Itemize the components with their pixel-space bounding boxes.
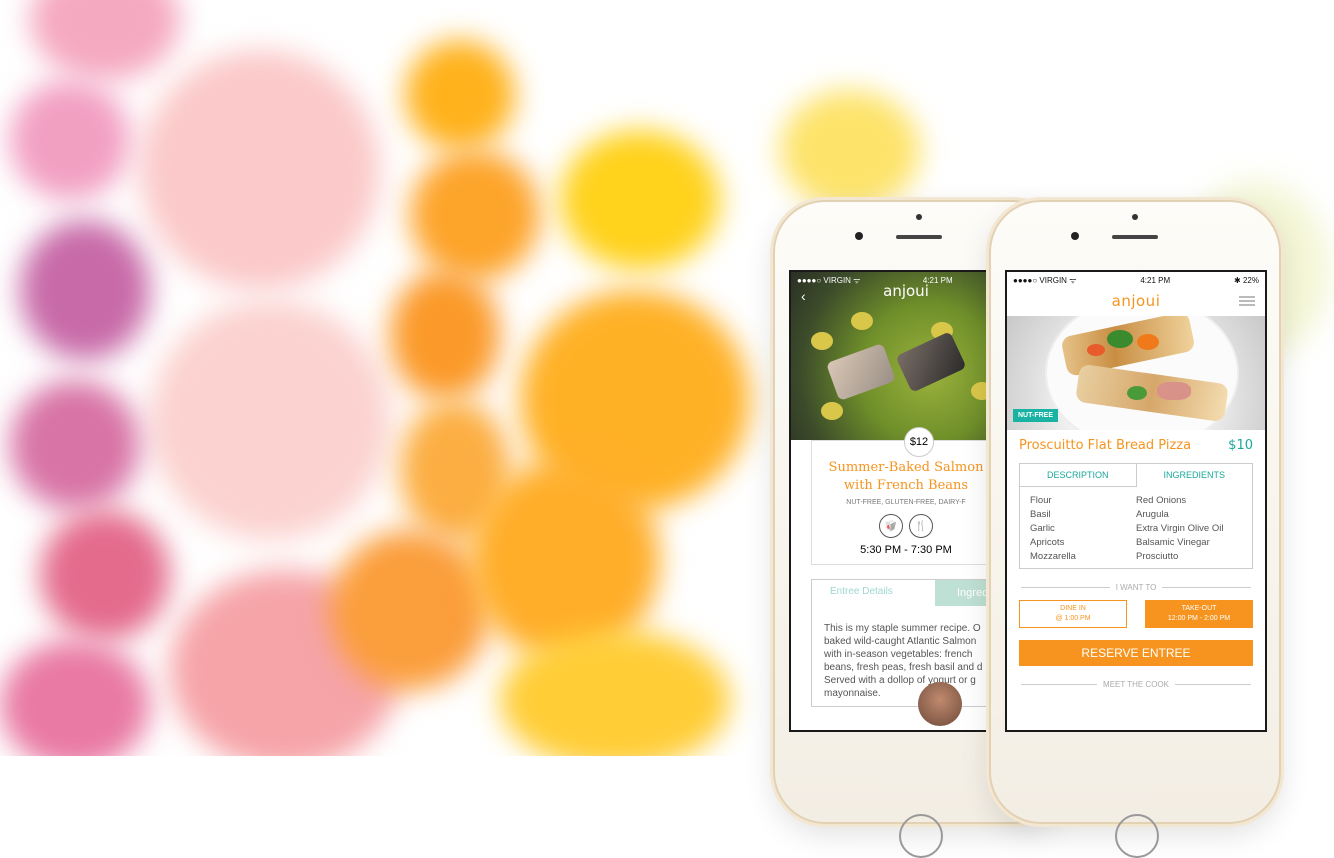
ingredient-item: Garlic [1030,523,1055,534]
description-line: mayonnaise. [824,688,881,699]
i-want-to-label: I WANT TO [1115,583,1157,592]
description-line: beans, fresh peas, fresh basil and d [824,662,983,673]
clock-text: 4:21 PM [1140,275,1171,285]
dish-title-line2: with French Beans [843,478,969,493]
dine-in-button[interactable]: DINE IN @ 1:00 PM [1019,600,1127,628]
ingredient-item: Basil [1030,509,1051,520]
topping [1087,344,1105,356]
front-camera [855,232,863,240]
order-options: DINE IN @ 1:00 PM TAKE-OUT 12:00 PM - 2:… [1019,600,1253,628]
home-button[interactable] [899,814,943,858]
ingredient-item: Apricots [1030,537,1065,548]
salmon-photo: ‹ anjoui [791,272,1021,440]
dish-card: $12 Summer-Baked Salmon with French Bean… [811,427,1001,565]
bg-blob [40,510,170,640]
bg-blob [390,270,500,400]
cook-avatar[interactable] [918,682,962,726]
bg-blob [10,80,130,200]
speaker [896,235,942,239]
meet-the-cook-divider: MEET THE COOK [1015,680,1257,689]
topping [1127,386,1147,400]
ingredient-item: Red Onions [1136,495,1187,506]
camera-dot [916,214,922,220]
price-badge: $12 [904,427,934,457]
bg-blob [10,380,140,510]
tab-entree-details[interactable]: Entree Details [812,580,935,606]
ingredient-item: Balsamic Vinegar [1136,537,1210,548]
dish-title-line1: Summer-Baked Salmon [828,460,984,475]
carrier-text: ●●●●○ VIRGIN ᯤ [1013,275,1077,285]
pizza-photo: NUT-FREE [1007,316,1265,430]
salmon-fillet [895,331,967,393]
i-want-to-divider: I WANT TO [1015,583,1257,592]
reserve-entree-button[interactable]: RESERVE ENTREE [1019,640,1253,666]
bg-blob [500,630,730,756]
status-bar: ●●●●○ VIRGIN ᯤ 4:21 PM [791,272,1021,286]
bg-blob [150,300,390,540]
dine-in-time: @ 1:00 PM [1055,615,1091,622]
status-bar: ●●●●○ VIRGIN ᯤ 4:21 PM ✱ 22% [1007,272,1265,286]
bg-blob [140,50,380,290]
ingredient-item: Arugula [1136,509,1169,520]
camera-dot [1132,214,1138,220]
dish-title-row: Proscuitto Flat Bread Pizza $10 [1007,430,1265,459]
front-phone: ●●●●○ VIRGIN ᯤ 4:21 PM ✱ 22% anjoui NUT-… [989,200,1281,858]
take-out-button[interactable]: TAKE-OUT 12:00 PM - 2:00 PM [1145,600,1253,628]
bg-blob [0,640,150,756]
front-screen: ●●●●○ VIRGIN ᯤ 4:21 PM ✱ 22% anjoui NUT-… [1005,270,1267,732]
topping [1157,382,1191,400]
take-out-time: 12:00 PM - 2:00 PM [1167,615,1231,622]
nut-free-badge: NUT-FREE [1013,409,1058,422]
dietary-tags: NUT-FREE, GLUTEN-FREE, DAIRY-F [846,499,966,506]
back-screen: ●●●●○ VIRGIN ᯤ 4:21 PM ‹ anjoui $12 Summ… [789,270,1021,732]
dine-in-label: DINE IN [1060,605,1086,612]
bg-blob [560,130,720,270]
home-button[interactable] [1115,814,1159,858]
dine-in-icon: 🍴 [909,514,933,538]
salmon-fillet [825,342,897,402]
info-tabs: DESCRIPTION INGREDIENTS [1020,464,1252,487]
potato-shape [811,332,833,350]
ingredient-item: Flour [1030,495,1052,506]
tab-description[interactable]: DESCRIPTION [1020,464,1137,487]
carrier-text: ●●●●○ VIRGIN ᯤ [797,275,861,285]
topping [1137,334,1159,350]
bg-blob [30,0,180,80]
take-out-label: TAKE-OUT [1181,605,1217,612]
ingredient-item: Mozzarella [1030,551,1076,562]
hamburger-menu-icon[interactable] [1239,296,1255,306]
topping [1107,330,1133,348]
battery-text: ✱ 22% [1234,275,1259,285]
takeout-icon: 🥡 [879,514,903,538]
ingredients-list: Flour Red Onions Basil Arugula Garlic Ex… [1020,487,1252,568]
front-camera [1071,232,1079,240]
app-logo: anjoui [1111,292,1161,310]
description-line: Served with a dollop of yogurt or g [824,675,976,686]
meet-the-cook-label: MEET THE COOK [1103,680,1169,689]
ingredient-item: Extra Virgin Olive Oil [1136,523,1224,534]
pickup-time: 5:30 PM - 7:30 PM [860,544,952,556]
bg-blob [330,530,490,690]
dish-title: Proscuitto Flat Bread Pizza [1019,438,1192,453]
bg-blob [780,90,920,210]
clock-text: 4:21 PM [922,275,953,285]
ingredient-item: Prosciutto [1136,551,1179,562]
bg-blob [20,220,150,360]
bg-blob [410,150,540,280]
tab-ingredients[interactable]: INGREDIENTS [1137,464,1253,487]
speaker [1112,235,1158,239]
potato-shape [821,402,843,420]
nav-bar: anjoui [1007,286,1265,316]
service-icons: 🥡 🍴 [812,514,1000,538]
description-line: This is my staple summer recipe. O [824,623,981,634]
description-line: with in-season vegetables: french [824,649,973,660]
description-line: baked wild-caught Atlantic Salmon [824,636,977,647]
potato-shape [851,312,873,330]
info-tabs-box: DESCRIPTION INGREDIENTS Flour Red Onions… [1019,463,1253,569]
bg-blob [405,40,515,150]
dish-price: $10 [1228,438,1253,453]
